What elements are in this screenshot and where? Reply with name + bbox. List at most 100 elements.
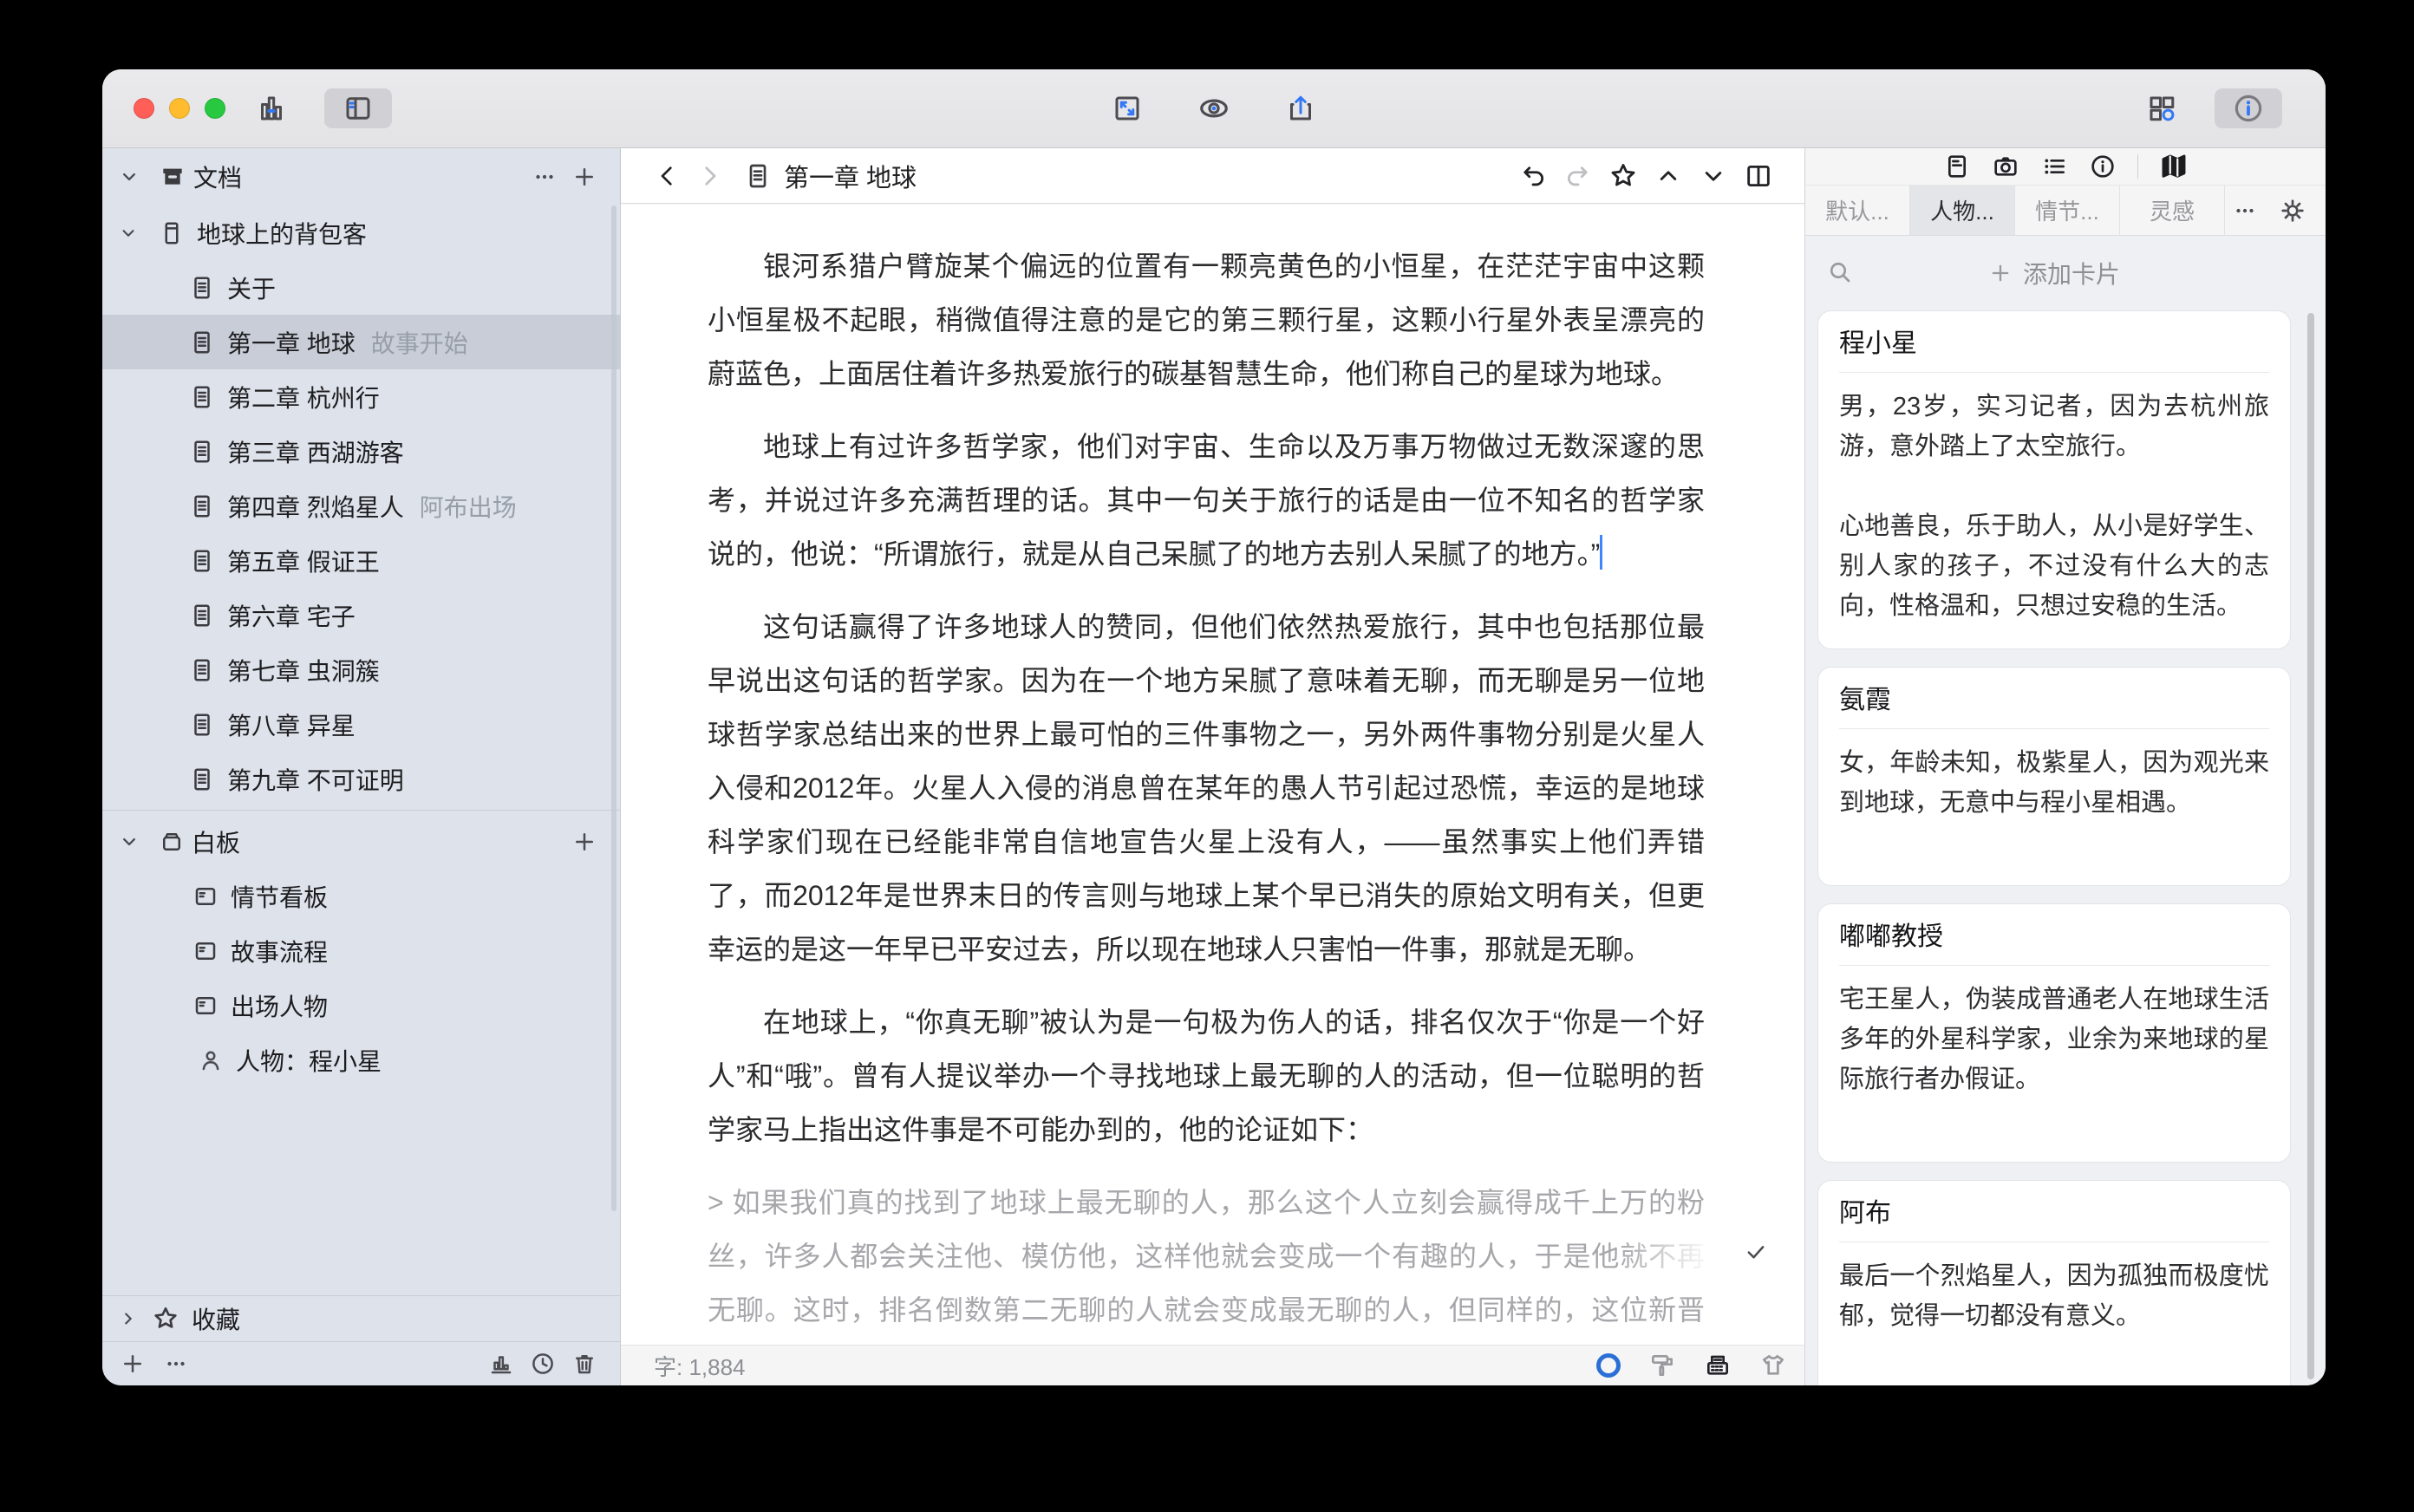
add-card-row[interactable]: 添加卡片 xyxy=(1817,236,2291,310)
kanban-icon xyxy=(192,993,219,1019)
fullscreen-button[interactable] xyxy=(1093,88,1161,128)
chevron-down-icon xyxy=(117,165,141,189)
divider xyxy=(2137,154,2138,179)
tree-item-chapter[interactable]: 第二章 杭州行 xyxy=(102,369,620,424)
document-icon xyxy=(189,275,215,301)
note-card-icon[interactable] xyxy=(1943,153,1971,180)
tree-item-chapter[interactable]: 第九章 不可证明 xyxy=(102,752,620,806)
document-icon xyxy=(189,657,215,683)
zoom-button[interactable] xyxy=(205,98,225,119)
trash-icon[interactable] xyxy=(571,1351,597,1377)
redo-icon[interactable] xyxy=(1563,161,1593,191)
history-clock-icon[interactable] xyxy=(530,1351,556,1377)
inspector-button[interactable] xyxy=(2215,88,2282,128)
inspector-mode-bar xyxy=(1805,148,2326,186)
sidebar-toggle-icon xyxy=(343,93,374,124)
character-card[interactable]: 程小星 男，23岁，实习记者，因为去杭州旅游，意外踏上了太空旅行。 心地善良，乐… xyxy=(1817,310,2291,649)
document-icon xyxy=(189,548,215,574)
editor-content[interactable]: 银河系猎户臂旋某个偏远的位置有一颗亮黄色的小恒星，在茫茫宇宙中这颗小恒星极不起眼… xyxy=(621,204,1804,1385)
chevron-up-icon[interactable] xyxy=(1654,161,1683,191)
map-cards-icon[interactable] xyxy=(2159,152,2189,181)
tree-item-chapter[interactable]: 第七章 虫洞簇 xyxy=(102,642,620,697)
gear-icon[interactable] xyxy=(2279,197,2306,225)
tab-characters[interactable]: 人物... xyxy=(1910,186,2015,235)
sidebar-scrollbar[interactable] xyxy=(611,205,617,1211)
sidebar-section-documents[interactable]: 文档 xyxy=(102,148,620,205)
paragraph[interactable]: 地球上有过许多哲学家，他们对宇宙、生命以及万事万物做过无数深邃的思考，并说过许多… xyxy=(708,420,1705,581)
desktop: { "titlebar": { "traffic_lights": ["clos… xyxy=(0,0,2414,1512)
more-icon[interactable] xyxy=(532,164,558,190)
star-icon[interactable] xyxy=(1608,161,1638,191)
tree-item-chapter[interactable]: 第五章 假证王 xyxy=(102,533,620,588)
statistics-icon[interactable] xyxy=(488,1351,514,1377)
tree-item-book-root[interactable]: 地球上的背包客 xyxy=(102,205,620,260)
add-icon[interactable] xyxy=(120,1351,146,1377)
editor-document-title: 第一章 地球 xyxy=(784,158,917,194)
whiteboard-item[interactable]: 情节看板 xyxy=(102,869,620,923)
check-icon xyxy=(1743,1239,1769,1265)
focus-mode-icon[interactable] xyxy=(1596,1353,1621,1378)
chevron-down-icon[interactable] xyxy=(1699,161,1728,191)
tree-item-title: 第六章 宅子 xyxy=(227,598,356,633)
paragraph[interactable]: 这句话赢得了许多地球人的赞同，但他们依然热爱旅行，其中也包括那位最早说出这句话的… xyxy=(708,600,1705,976)
outline-list-icon[interactable] xyxy=(2040,153,2068,180)
panel-scrollbar[interactable] xyxy=(2307,313,2314,1379)
tree-item-chapter[interactable]: 第四章 烈焰星人 阿布出场 xyxy=(102,479,620,533)
add-icon[interactable] xyxy=(571,829,597,855)
paint-roller-icon[interactable] xyxy=(1648,1352,1676,1379)
search-icon[interactable] xyxy=(1826,258,1854,286)
undo-icon[interactable] xyxy=(1518,161,1548,191)
tree-item-chapter[interactable]: 第六章 宅子 xyxy=(102,588,620,642)
tab-default[interactable]: 默认... xyxy=(1805,186,1910,235)
tree-item-title: 第九章 不可证明 xyxy=(227,762,404,797)
documents-archive-icon xyxy=(159,163,186,191)
preview-button[interactable] xyxy=(1180,88,1248,128)
divider xyxy=(102,810,620,811)
theme-shirt-icon[interactable] xyxy=(1759,1352,1787,1379)
sidebar-section-favorites[interactable]: 收藏 xyxy=(102,1295,620,1341)
tree-item-title: 第七章 虫洞簇 xyxy=(227,653,380,688)
more-icon[interactable] xyxy=(2232,198,2258,224)
card-view-button[interactable] xyxy=(2128,88,2195,128)
whiteboard-item-character[interactable]: 人物：程小星 xyxy=(102,1033,620,1087)
cards-grid-icon xyxy=(2146,93,2177,124)
whiteboard-item[interactable]: 出场人物 xyxy=(102,978,620,1033)
share-export-icon xyxy=(1285,93,1316,124)
more-icon[interactable] xyxy=(163,1351,189,1377)
tree-item-chapter-selected[interactable]: 第一章 地球 故事开始 xyxy=(102,315,620,369)
tree-item-chapter[interactable]: 关于 xyxy=(102,260,620,315)
person-icon xyxy=(198,1047,224,1073)
back-icon[interactable] xyxy=(654,162,682,190)
camera-icon[interactable] xyxy=(1992,153,2019,180)
card-title: 嘟嘟教授 xyxy=(1839,918,2269,956)
minimize-button[interactable] xyxy=(169,98,190,119)
whiteboard-item[interactable]: 故事流程 xyxy=(102,923,620,978)
tab-plot[interactable]: 情节... xyxy=(2015,186,2120,235)
character-card[interactable]: 氨霞 女，年龄未知，极紫星人，因为观光来到地球，无意中与程小星相遇。 xyxy=(1817,667,2291,886)
whiteboard-item-label: 人物：程小星 xyxy=(236,1043,382,1078)
character-card[interactable]: 阿布 最后一个烈焰星人，因为孤独而极度忧郁，觉得一切都没有意义。 xyxy=(1817,1180,2291,1385)
document-icon xyxy=(189,439,215,465)
divider xyxy=(1839,965,2269,966)
sidebar-toggle-button[interactable] xyxy=(324,88,392,128)
character-card[interactable]: 嘟嘟教授 宅王星人，伪装成普通老人在地球生活多年的外星科学家，业余为来地球的星际… xyxy=(1817,903,2291,1163)
tab-inspiration[interactable]: 灵感 xyxy=(2120,186,2225,235)
add-icon[interactable] xyxy=(571,164,597,190)
tree-item-chapter[interactable]: 第三章 西湖游客 xyxy=(102,424,620,479)
library-button[interactable] xyxy=(238,88,305,128)
card-text: 最后一个烈焰星人，因为孤独而极度忧郁，觉得一切都没有意义。 xyxy=(1839,1256,2269,1376)
document-icon xyxy=(189,712,215,738)
paragraph[interactable]: 银河系猎户臂旋某个偏远的位置有一颗亮黄色的小恒星，在茫茫宇宙中这颗小恒星极不起眼… xyxy=(708,239,1705,401)
close-button[interactable] xyxy=(134,98,154,119)
export-button[interactable] xyxy=(1267,88,1334,128)
tree-item-chapter[interactable]: 第八章 异星 xyxy=(102,697,620,752)
forward-icon[interactable] xyxy=(695,162,723,190)
sidebar-section-whiteboard[interactable]: 白板 xyxy=(102,814,620,869)
document-icon xyxy=(189,329,215,355)
document-icon xyxy=(189,603,215,629)
typewriter-icon[interactable] xyxy=(1704,1352,1732,1379)
paragraph[interactable]: 在地球上，“你真无聊”被认为是一句极为伤人的话，排名仅次于“你是一个好人”和“哦… xyxy=(708,995,1705,1157)
info-circle-icon[interactable] xyxy=(2089,153,2117,180)
split-view-icon[interactable] xyxy=(1744,161,1773,191)
plus-icon xyxy=(1988,261,2013,285)
